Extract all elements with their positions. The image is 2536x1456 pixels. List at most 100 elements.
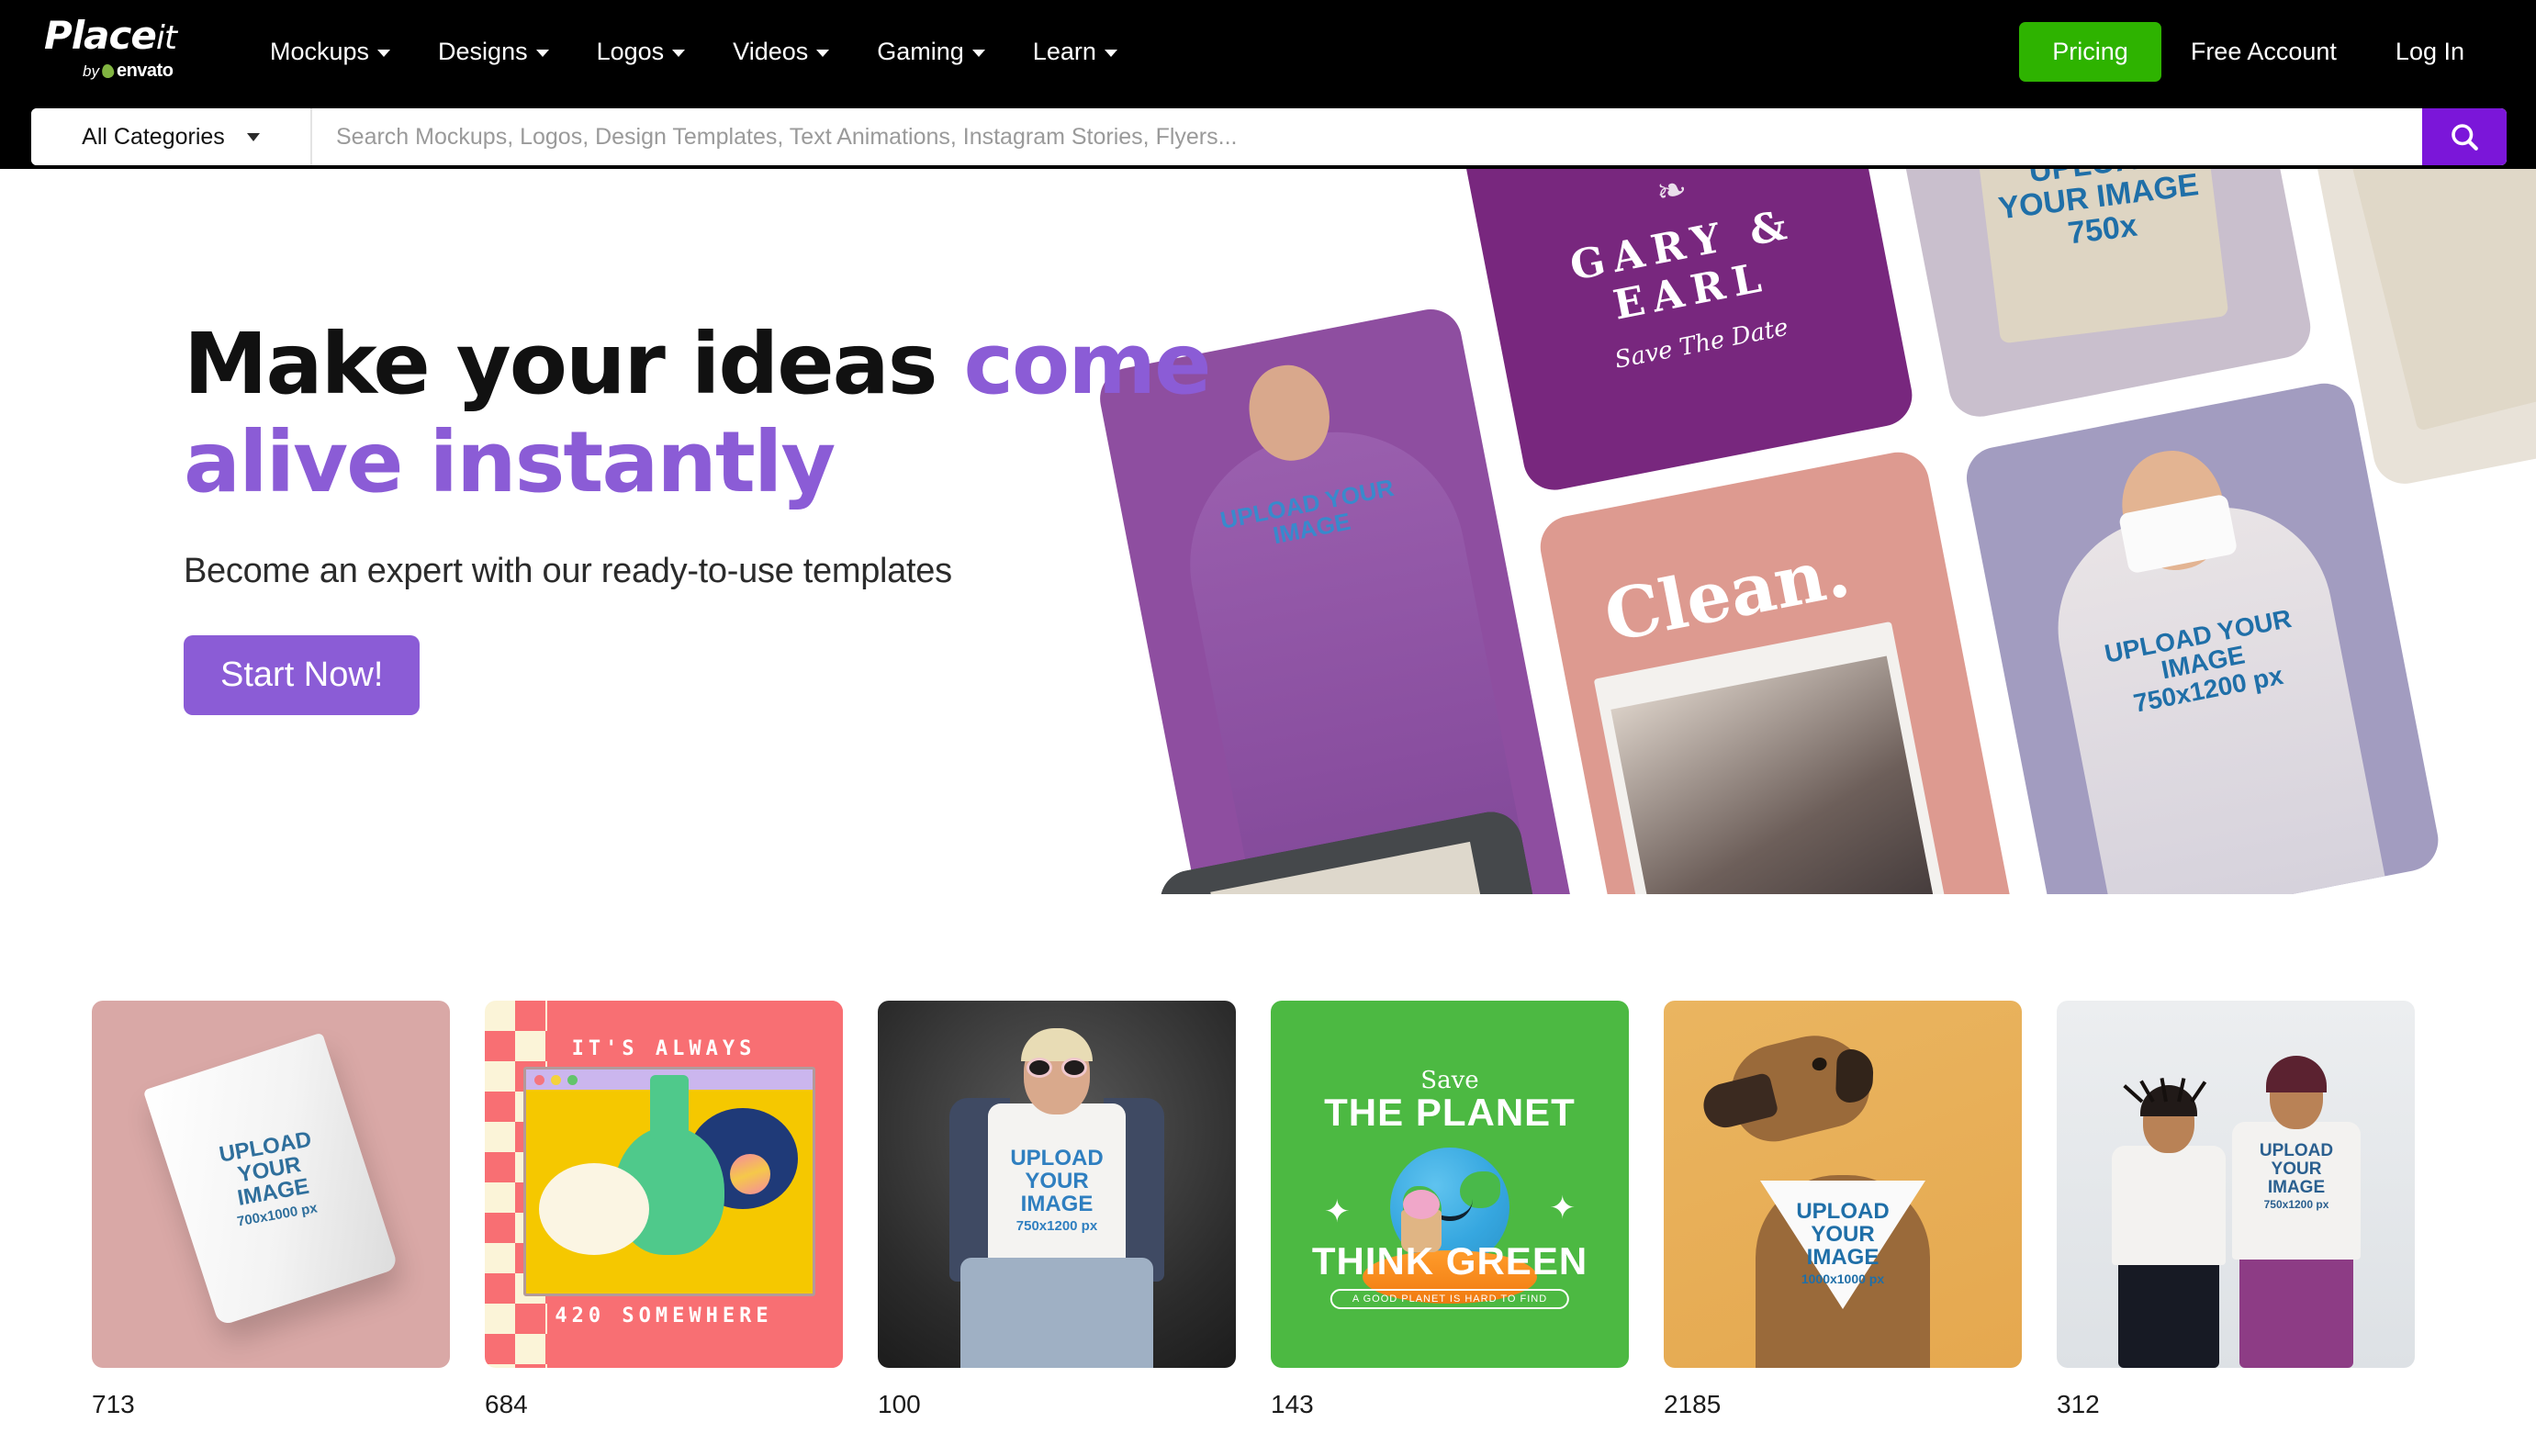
site-header: Placeit by envato Mockups Designs Logos … bbox=[0, 0, 2536, 169]
print-line-2: YOUR bbox=[1025, 1168, 1089, 1193]
card-thumbnail-420[interactable]: IT'S ALWAYS 420 SOMEWHERE bbox=[485, 1001, 843, 1368]
chevron-down-icon bbox=[246, 132, 260, 141]
chevron-down-icon bbox=[1104, 50, 1117, 57]
search-input[interactable] bbox=[312, 108, 2422, 165]
logo-by-text: by bbox=[83, 62, 99, 80]
collage-tile-clean[interactable]: Clean. bbox=[1534, 446, 2021, 894]
chevron-down-icon bbox=[971, 50, 985, 57]
card-bottom-text: 420 SOMEWHERE bbox=[555, 1305, 773, 1327]
tote-bag: UPLOAD YOUR IMAGE 750x bbox=[1968, 169, 2229, 344]
logo-byline: by envato bbox=[83, 61, 174, 82]
card-thumbnail-pouch[interactable]: UPLOAD YOUR IMAGE 700x1000 px bbox=[92, 1001, 450, 1368]
nav-item-videos[interactable]: Videos bbox=[709, 28, 853, 75]
nav-label-videos: Videos bbox=[733, 37, 809, 65]
model-longsleeve: UPLOAD YOUR IMAGE 750x1200 px bbox=[2232, 1122, 2361, 1260]
template-card[interactable]: UPLOAD YOUR IMAGE 750x1200 px 312 bbox=[2057, 1001, 2415, 1456]
main-navigation: Placeit by envato Mockups Designs Logos … bbox=[0, 0, 2536, 103]
sunglasses-icon bbox=[1027, 1058, 1087, 1078]
print-line-1: UPLOAD bbox=[1796, 1199, 1890, 1224]
card-count-label: 100 bbox=[878, 1390, 921, 1418]
nav-label-mockups: Mockups bbox=[270, 37, 370, 65]
card-count-label: 143 bbox=[1271, 1390, 1314, 1418]
print-dimensions: 1000x1000 px bbox=[1801, 1271, 1885, 1286]
logo-envato-text: envato bbox=[116, 61, 174, 81]
log-in-link[interactable]: Log In bbox=[2366, 27, 2494, 77]
nav-label-learn: Learn bbox=[1032, 37, 1096, 65]
template-card[interactable]: Save THE PLANET ✦ ✦ THINK GREEN A GOOD P… bbox=[1271, 1001, 1629, 1456]
model-longsleeve bbox=[2111, 1146, 2226, 1265]
card-thumbnail-dog-bandana[interactable]: UPLOAD YOUR IMAGE 1000x1000 px bbox=[1664, 1001, 2022, 1368]
start-now-button[interactable]: Start Now! bbox=[184, 635, 421, 716]
bong-neck bbox=[650, 1074, 689, 1139]
bandana-print-text: UPLOAD YOUR IMAGE 1000x1000 px bbox=[1796, 1199, 1890, 1286]
chevron-down-icon bbox=[672, 50, 686, 57]
window-close-icon bbox=[534, 1074, 544, 1085]
search-shell: All Categories bbox=[31, 108, 2507, 165]
clean-photo bbox=[1593, 621, 1967, 894]
card-thumbnail-tshirt-model[interactable]: UPLOAD YOUR IMAGE 750x1200 px bbox=[878, 1001, 1236, 1368]
headline-the-planet: THE PLANET bbox=[1324, 1091, 1576, 1134]
page-title: Make your ideas come alive instantly bbox=[184, 315, 1331, 511]
pouch-print-text: UPLOAD YOUR IMAGE 700x1000 px bbox=[218, 1127, 324, 1230]
model-left bbox=[2106, 1078, 2230, 1368]
nav-item-mockups[interactable]: Mockups bbox=[246, 28, 414, 75]
longsleeve-print-text: UPLOAD YOUR IMAGE 750x1200 px bbox=[2260, 1142, 2333, 1210]
category-dropdown-label: All Categories bbox=[82, 123, 225, 150]
jeans bbox=[960, 1258, 1153, 1368]
print-line-2: YOUR bbox=[1811, 1221, 1875, 1247]
search-submit-button[interactable] bbox=[2422, 108, 2507, 165]
model-right: UPLOAD YOUR IMAGE 750x1200 px bbox=[2227, 1056, 2365, 1368]
placeit-logo[interactable]: Placeit by envato bbox=[44, 15, 198, 88]
tote-print-text: UPLOAD YOUR IMAGE 750x bbox=[1996, 169, 2201, 252]
card-tagline: A GOOD PLANET IS HARD TO FIND bbox=[1330, 1289, 1570, 1309]
retro-window bbox=[523, 1067, 815, 1296]
model-pants bbox=[2117, 1258, 2219, 1368]
window-minimize-icon bbox=[551, 1074, 561, 1085]
card-top-text: IT'S ALWAYS bbox=[571, 1037, 757, 1060]
print-dimensions: 750x1200 px bbox=[2263, 1197, 2329, 1211]
nav-label-designs: Designs bbox=[438, 37, 528, 65]
nav-item-gaming[interactable]: Gaming bbox=[853, 28, 1009, 75]
nav-item-learn[interactable]: Learn bbox=[1009, 28, 1141, 75]
dog-eye bbox=[1811, 1056, 1829, 1072]
hero-copy: Make your ideas come alive instantly Bec… bbox=[184, 315, 1331, 716]
print-line-1: UPLOAD bbox=[1010, 1146, 1104, 1170]
card-count-label: 312 bbox=[2057, 1390, 2100, 1418]
category-dropdown[interactable]: All Categories bbox=[31, 108, 312, 165]
nav-item-logos[interactable]: Logos bbox=[573, 28, 710, 75]
logo-word-place: Place bbox=[44, 13, 157, 58]
nav-item-designs[interactable]: Designs bbox=[414, 28, 573, 75]
nav-menu: Mockups Designs Logos Videos Gaming Lear… bbox=[246, 28, 1141, 75]
template-card[interactable]: IT'S ALWAYS 420 SOMEWHERE 684 bbox=[485, 1001, 843, 1456]
model-hair bbox=[2266, 1056, 2327, 1092]
template-card[interactable]: UPLOAD YOUR IMAGE 1000x1000 px 2185 bbox=[1664, 1001, 2022, 1456]
collage-tile-tote[interactable]: UPLOAD YOUR IMAGE 750x bbox=[1881, 169, 2317, 422]
template-card-grid: UPLOAD YOUR IMAGE 700x1000 px 713 IT'S A… bbox=[0, 1001, 2536, 1456]
print-line-2: YOUR bbox=[2271, 1159, 2322, 1179]
card-thumbnail-save-planet[interactable]: Save THE PLANET ✦ ✦ THINK GREEN A GOOD P… bbox=[1271, 1001, 1629, 1368]
cream-pouch bbox=[2351, 169, 2536, 431]
print-line-3: IMAGE bbox=[1020, 1191, 1094, 1216]
window-maximize-icon bbox=[567, 1074, 578, 1085]
print-line-3: IMAGE bbox=[2267, 1177, 2326, 1197]
logo-word-it: it bbox=[155, 19, 177, 57]
card-thumbnail-two-models[interactable]: UPLOAD YOUR IMAGE 750x1200 px bbox=[2057, 1001, 2415, 1368]
chevron-down-icon bbox=[816, 50, 830, 57]
free-account-link[interactable]: Free Account bbox=[2161, 27, 2366, 77]
nav-label-gaming: Gaming bbox=[877, 37, 964, 65]
print-line-1: UPLOAD bbox=[2259, 1141, 2334, 1160]
dog-head bbox=[1699, 1024, 1879, 1150]
hero-subtitle: Become an expert with our ready-to-use t… bbox=[184, 552, 952, 591]
collage-tile-wedding[interactable]: ❧ GARY & EARL Save The Date bbox=[1454, 169, 1918, 496]
ice-cream-scoop bbox=[1402, 1190, 1440, 1219]
pricing-button[interactable]: Pricing bbox=[2019, 21, 2161, 82]
collage-tile-mask[interactable]: UPLOAD YOUR IMAGE 750x1200 px bbox=[1961, 377, 2444, 894]
planet-icon bbox=[730, 1154, 770, 1194]
card-count-label: 684 bbox=[485, 1390, 528, 1418]
model-hair bbox=[1021, 1028, 1093, 1061]
template-card[interactable]: UPLOAD YOUR IMAGE 700x1000 px 713 bbox=[92, 1001, 450, 1456]
template-card[interactable]: UPLOAD YOUR IMAGE 750x1200 px 100 bbox=[878, 1001, 1236, 1456]
headline-part-1: Make your ideas bbox=[184, 315, 964, 413]
print-dimensions: 750x1200 px bbox=[1016, 1217, 1098, 1234]
wedding-label: ❧ GARY & EARL Save The Date bbox=[1474, 169, 1898, 395]
